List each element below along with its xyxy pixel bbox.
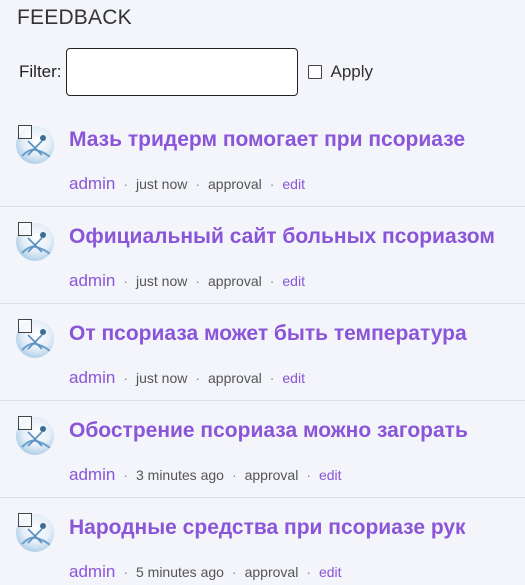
edit-link[interactable]: edit (282, 273, 305, 289)
item-meta: admin · just now · approval · edit (69, 271, 305, 291)
apply-label: Apply (330, 62, 374, 81)
meta-separator: · (195, 176, 201, 192)
select-checkbox[interactable] (18, 222, 32, 236)
author-link[interactable]: admin (69, 271, 115, 291)
meta-separator: · (306, 467, 311, 483)
meta-separator: · (123, 370, 128, 386)
filter-label: Filter: (19, 62, 62, 81)
select-checkbox[interactable] (18, 416, 32, 430)
status-text: approval (244, 467, 299, 483)
edit-link[interactable]: edit (319, 564, 342, 580)
filter-bar: Filter: Apply (19, 48, 373, 96)
filter-input[interactable] (65, 48, 298, 96)
timestamp: just now (135, 370, 188, 386)
timestamp: just now (135, 176, 188, 192)
apply-checkbox[interactable]: Apply (307, 62, 374, 82)
author-link[interactable]: admin (69, 174, 115, 194)
feedback-list: Мазь тридерм помогает при псориазе admin… (0, 110, 525, 585)
list-item: Обострение псориаза можно загорать admin… (0, 401, 525, 498)
item-meta: admin · just now · approval · edit (69, 174, 305, 194)
list-item: Народные средства при псориазе рук admin… (0, 498, 525, 585)
meta-separator: · (123, 564, 128, 580)
feedback-title-link[interactable]: Мазь тридерм помогает при псориазе (69, 128, 465, 152)
item-meta: admin · 5 minutes ago · approval · edit (69, 562, 342, 582)
meta-separator: · (306, 564, 311, 580)
edit-link[interactable]: edit (282, 370, 305, 386)
feedback-page: FEEDBACK Filter: Apply Мазь тридерм помо… (0, 0, 525, 585)
meta-separator: · (231, 467, 237, 483)
timestamp: 3 minutes ago (135, 467, 224, 483)
feedback-title-link[interactable]: Обострение псориаза можно загорать (69, 419, 468, 443)
item-meta: admin · just now · approval · edit (69, 368, 305, 388)
page-title: FEEDBACK (17, 6, 132, 29)
select-checkbox[interactable] (18, 319, 32, 333)
checkbox-icon[interactable] (307, 65, 322, 79)
feedback-title-link[interactable]: От псориаза может быть температура (69, 322, 467, 346)
author-link[interactable]: admin (69, 465, 115, 485)
meta-separator: · (269, 176, 275, 192)
meta-separator: · (123, 273, 128, 289)
feedback-title-link[interactable]: Официальный сайт больных псориазом (69, 225, 495, 249)
status-text: approval (208, 370, 262, 386)
status-text: approval (208, 273, 262, 289)
timestamp: just now (135, 273, 188, 289)
meta-separator: · (269, 273, 275, 289)
feedback-title-link[interactable]: Народные средства при псориазе рук (69, 516, 466, 540)
select-checkbox[interactable] (18, 125, 32, 139)
meta-separator: · (195, 273, 201, 289)
edit-link[interactable]: edit (319, 467, 342, 483)
meta-separator: · (269, 370, 275, 386)
status-text: approval (244, 564, 299, 580)
status-text: approval (208, 176, 262, 192)
meta-separator: · (123, 176, 128, 192)
author-link[interactable]: admin (69, 562, 115, 582)
item-meta: admin · 3 minutes ago · approval · edit (69, 465, 342, 485)
meta-separator: · (195, 370, 201, 386)
list-item: От псориаза может быть температура admin… (0, 304, 525, 401)
meta-separator: · (231, 564, 237, 580)
list-item: Официальный сайт больных псориазом admin… (0, 207, 525, 304)
timestamp: 5 minutes ago (135, 564, 224, 580)
author-link[interactable]: admin (69, 368, 115, 388)
meta-separator: · (123, 467, 128, 483)
select-checkbox[interactable] (18, 513, 32, 527)
edit-link[interactable]: edit (282, 176, 305, 192)
list-item: Мазь тридерм помогает при псориазе admin… (0, 110, 525, 207)
